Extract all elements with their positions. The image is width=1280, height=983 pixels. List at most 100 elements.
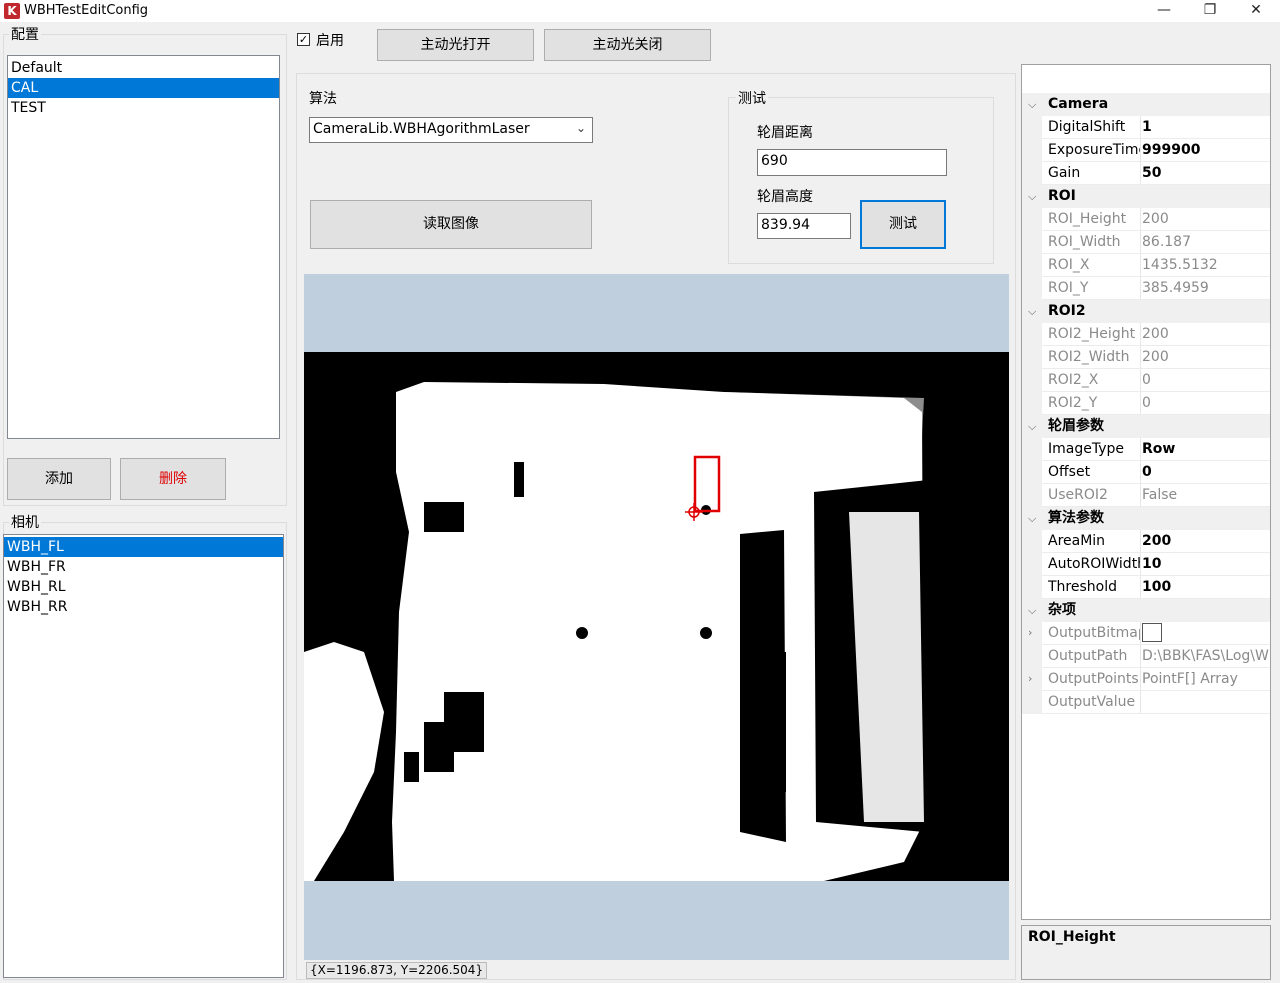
property-name: ROI_Height [1048, 211, 1127, 227]
property-name: ROI2_Y [1048, 395, 1098, 411]
property-value[interactable]: 200 [1142, 530, 1270, 552]
property-row[interactable]: ROI_X 1435.5132 [1022, 254, 1270, 277]
property-row-gutter [1022, 254, 1042, 277]
property-row[interactable]: ROI2_Y 0 [1022, 392, 1270, 415]
property-category[interactable]: ⌵ 轮眉参数 [1022, 415, 1270, 438]
light-on-button[interactable]: 主动光打开 [377, 29, 534, 61]
property-grid[interactable]: ⌵ Camera DigitalShift 1 ExposureTime 999900 Ga… [1021, 64, 1271, 920]
property-row[interactable]: Offset 0 [1022, 461, 1270, 484]
property-value[interactable]: 1 [1142, 116, 1270, 138]
list-item[interactable]: CAL [8, 78, 279, 98]
distance-input[interactable]: 690 [757, 149, 947, 176]
property-value[interactable]: 200 [1142, 346, 1270, 368]
property-value[interactable]: 86.187 [1142, 231, 1270, 253]
property-row[interactable]: › OutputPoints PointF[] Array [1022, 668, 1270, 691]
property-row[interactable]: ROI2_Width 200 [1022, 346, 1270, 369]
property-value[interactable]: 50 [1142, 162, 1270, 184]
list-item[interactable]: WBH_FR [4, 557, 283, 577]
expand-chevron-icon[interactable]: › [1028, 668, 1032, 690]
property-row[interactable]: Gain 50 [1022, 162, 1270, 185]
property-value[interactable]: PointF[] Array [1142, 668, 1270, 690]
list-item[interactable]: WBH_FL [4, 537, 283, 557]
coordinate-readout: {X=1196.873, Y=2206.504} [306, 962, 488, 979]
column-divider [1140, 622, 1141, 645]
camera-image-drawing [304, 352, 1009, 881]
property-name: AreaMin [1048, 533, 1106, 549]
property-row[interactable]: OutputValue [1022, 691, 1270, 714]
close-icon[interactable]: ✕ [1233, 0, 1279, 22]
property-row[interactable]: ROI2_X 0 [1022, 369, 1270, 392]
light-off-button[interactable]: 主动光关闭 [544, 29, 711, 61]
property-value[interactable]: 100 [1142, 576, 1270, 598]
algorithm-select[interactable]: CameraLib.WBHAgorithmLaser ⌄ [309, 117, 593, 143]
list-item[interactable]: WBH_RR [4, 597, 283, 617]
property-value[interactable]: D:\BBK\FAS\Log\W [1142, 645, 1270, 667]
collapse-chevron-icon[interactable]: ⌵ [1028, 300, 1040, 323]
list-item[interactable]: WBH_RL [4, 577, 283, 597]
property-row[interactable]: OutputPath D:\BBK\FAS\Log\W [1022, 645, 1270, 668]
property-value[interactable]: 385.4959 [1142, 277, 1270, 299]
property-row[interactable]: ExposureTime 999900 [1022, 139, 1270, 162]
test-button[interactable]: 测试 [860, 200, 946, 249]
property-row[interactable]: AutoROIWidth 10 [1022, 553, 1270, 576]
property-row[interactable]: ROI_Y 385.4959 [1022, 277, 1270, 300]
camera-list[interactable]: WBH_FL WBH_FR WBH_RL WBH_RR [3, 534, 284, 978]
config-list[interactable]: Default CAL TEST [7, 55, 280, 439]
expand-chevron-icon[interactable]: › [1028, 622, 1032, 644]
property-value[interactable] [1142, 623, 1162, 642]
property-value[interactable]: Row [1142, 438, 1270, 460]
column-divider [1140, 231, 1141, 254]
list-item[interactable]: TEST [8, 98, 279, 118]
maximize-icon[interactable]: ❐ [1187, 0, 1233, 22]
read-image-label: 读取图像 [423, 216, 479, 232]
property-row-gutter [1022, 553, 1042, 576]
property-value[interactable]: 0 [1142, 461, 1270, 483]
property-row[interactable]: › OutputBitmap [1022, 622, 1270, 645]
property-category[interactable]: ⌵ Camera [1022, 93, 1270, 116]
property-row[interactable]: ROI2_Height 200 [1022, 323, 1270, 346]
property-value[interactable]: 200 [1142, 208, 1270, 230]
property-value[interactable]: 0 [1142, 392, 1270, 414]
property-row[interactable]: DigitalShift 1 [1022, 116, 1270, 139]
property-row[interactable]: UseROI2 False [1022, 484, 1270, 507]
column-divider [1140, 461, 1141, 484]
property-row-gutter [1022, 484, 1042, 507]
property-name: ExposureTime [1048, 142, 1140, 158]
property-category[interactable]: ⌵ 杂项 [1022, 599, 1270, 622]
property-name: AutoROIWidth [1048, 556, 1140, 572]
row-divider [1042, 713, 1270, 714]
property-name: ROI2_X [1048, 372, 1099, 388]
property-category-label: 算法参数 [1048, 510, 1104, 526]
property-category[interactable]: ⌵ ROI2 [1022, 300, 1270, 323]
property-row[interactable]: ROI_Height 200 [1022, 208, 1270, 231]
delete-button[interactable]: 删除 [120, 458, 226, 500]
collapse-chevron-icon[interactable]: ⌵ [1028, 415, 1040, 438]
add-button[interactable]: 添加 [7, 458, 111, 500]
app-logo-icon: K [4, 3, 20, 19]
property-value[interactable]: False [1142, 484, 1270, 506]
property-value[interactable]: 10 [1142, 553, 1270, 575]
property-value[interactable]: 1435.5132 [1142, 254, 1270, 276]
property-name: OutputPoints [1048, 671, 1139, 687]
enable-checkbox[interactable]: ✓ [297, 33, 310, 46]
property-row[interactable]: AreaMin 200 [1022, 530, 1270, 553]
property-value[interactable]: 0 [1142, 369, 1270, 391]
read-image-button[interactable]: 读取图像 [310, 200, 592, 249]
title-bar: K WBHTestEditConfig — ❐ ✕ [0, 0, 1280, 22]
property-row[interactable]: ImageType Row [1022, 438, 1270, 461]
list-item[interactable]: Default [8, 58, 279, 78]
collapse-chevron-icon[interactable]: ⌵ [1028, 507, 1040, 530]
camera-image[interactable] [304, 352, 1009, 881]
property-category[interactable]: ⌵ 算法参数 [1022, 507, 1270, 530]
column-divider [1140, 645, 1141, 668]
property-row[interactable]: ROI_Width 86.187 [1022, 231, 1270, 254]
collapse-chevron-icon[interactable]: ⌵ [1028, 599, 1040, 622]
property-value[interactable]: 200 [1142, 323, 1270, 345]
property-value[interactable]: 999900 [1142, 139, 1270, 161]
property-category[interactable]: ⌵ ROI [1022, 185, 1270, 208]
minimize-icon[interactable]: — [1141, 0, 1187, 22]
collapse-chevron-icon[interactable]: ⌵ [1028, 185, 1040, 208]
height-output: 839.94 [757, 213, 851, 239]
property-row[interactable]: Threshold 100 [1022, 576, 1270, 599]
collapse-chevron-icon[interactable]: ⌵ [1028, 93, 1040, 116]
